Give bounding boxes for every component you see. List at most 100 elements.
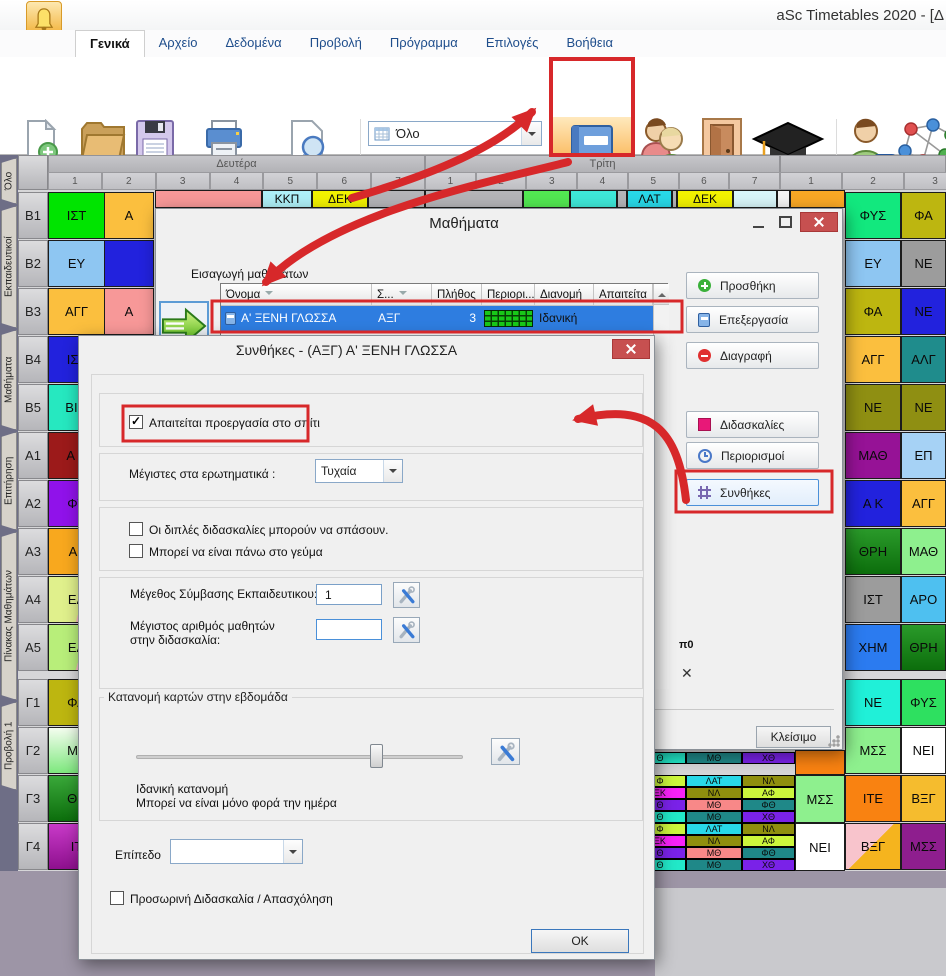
grid-cell[interactable]: ΝΕΙ (901, 727, 946, 774)
grid-cell[interactable]: ΧΗΜ (845, 624, 901, 671)
lunch-checkbox[interactable] (129, 544, 143, 558)
grid-cell[interactable]: ΛΑΤ (686, 775, 742, 787)
sidebar-view-tab[interactable]: Μαθήματα (1, 330, 17, 430)
maximize-button[interactable] (774, 212, 796, 232)
resize-grip[interactable] (828, 735, 840, 747)
tab-options[interactable]: Επιλογές (472, 30, 553, 57)
grid-cell[interactable] (617, 190, 627, 208)
delete-button[interactable]: Διαγραφή (686, 342, 819, 369)
grid-cell[interactable]: ΜΘ (686, 859, 742, 871)
double-lessons-checkbox[interactable] (129, 522, 143, 536)
grid-cell[interactable] (570, 190, 617, 208)
column-header-short[interactable]: Σ... (372, 284, 432, 306)
grid-cell[interactable]: ΝΕ (901, 384, 946, 431)
grid-cell[interactable]: ΝΛ (742, 823, 795, 835)
level-combo[interactable] (170, 839, 303, 864)
homework-checkbox[interactable] (129, 415, 143, 429)
tab-schedule[interactable]: Πρόγραμμα (376, 30, 472, 57)
grid-cell[interactable] (795, 750, 845, 775)
grid-cell[interactable]: ΛΑΤ (627, 190, 672, 208)
grid-cell[interactable]: ΑΓΓ (48, 288, 105, 335)
grid-cell[interactable]: ΘΡΗ (845, 528, 901, 575)
grid-cell[interactable]: ΝΕΙ (795, 823, 845, 871)
grid-cell[interactable]: ΜΣΣ (901, 823, 946, 870)
grid-cell[interactable]: ΑΦ (742, 835, 795, 847)
grid-cell[interactable]: ΦΥΣ (901, 679, 946, 726)
table-row[interactable]: Α' ΞΕΝΗ ΓΛΩΣΣΑΑΞΓ3Ιδανική (221, 306, 653, 331)
grid-cell[interactable]: ΑΓΓ (901, 480, 946, 527)
max-students-input[interactable] (316, 619, 382, 640)
grid-cell[interactable]: ΝΛ (742, 775, 795, 787)
grid-cell[interactable] (155, 190, 262, 208)
grid-cell[interactable]: ΙΣΤ (48, 192, 105, 239)
grid-cell[interactable]: ΙΤΕ (845, 775, 901, 822)
grid-cell[interactable]: ΦΥΣ (845, 192, 901, 239)
grid-cell[interactable] (523, 190, 570, 208)
grid-cell[interactable]: ΧΘ (742, 752, 795, 764)
column-header-restrictions[interactable]: Περιορι... (482, 284, 535, 306)
tab-help[interactable]: Βοήθεια (552, 30, 627, 57)
minimize-button[interactable] (748, 212, 770, 232)
grid-cell[interactable]: ΑΓΓ (845, 336, 901, 383)
scroll-up-icon[interactable] (654, 284, 669, 305)
contract-size-input[interactable]: 1 (316, 584, 382, 605)
grid-cell[interactable]: ΝΛ (686, 787, 742, 799)
column-header-name[interactable]: Όνομα (221, 284, 372, 306)
grid-cell[interactable]: ΘΡΗ (901, 624, 946, 671)
grid-cell[interactable]: ΕΠ (901, 432, 946, 479)
grid-cell[interactable]: ΧΘ (742, 859, 795, 871)
grid-cell[interactable]: ΜΘ (686, 847, 742, 859)
lessons-button[interactable]: Διδασκαλίες (686, 411, 819, 438)
grid-cell[interactable]: ΝΕ (845, 679, 901, 726)
stray-close-mark[interactable]: ✕ (681, 665, 693, 682)
tab-data[interactable]: Δεδομένα (211, 30, 295, 57)
tab-view[interactable]: Προβολή (296, 30, 376, 57)
grid-cell[interactable]: Α Κ (845, 480, 901, 527)
grid-cell[interactable]: ΦΘ (742, 847, 795, 859)
grid-cell[interactable] (368, 190, 425, 208)
sidebar-view-tab[interactable]: Πίνακας Μαθημάτων (1, 532, 17, 700)
grid-cell[interactable]: ΜΘ (686, 811, 742, 823)
grid-cell[interactable]: ΕΥ (845, 240, 901, 287)
grid-cell[interactable]: Α (104, 192, 154, 239)
close-icon[interactable] (800, 212, 838, 232)
grid-cell[interactable] (733, 190, 777, 208)
grid-cell[interactable]: ΜΣΣ (795, 775, 845, 823)
close-button[interactable]: Κλείσιμο (756, 726, 831, 748)
add-button[interactable]: Προσθήκη (686, 272, 819, 299)
grid-cell[interactable]: ΜΑΘ (845, 432, 901, 479)
grid-cell[interactable] (104, 240, 154, 287)
grid-cell[interactable] (425, 190, 523, 208)
grid-cell[interactable]: ΑΦ (742, 787, 795, 799)
grid-cell[interactable]: ΜΘ (686, 752, 742, 764)
grid-cell[interactable]: ΑΡΟ (901, 576, 946, 623)
grid-cell[interactable]: ΝΕ (845, 384, 901, 431)
close-icon[interactable] (612, 339, 650, 359)
grid-cell[interactable]: ΔΕΚ (677, 190, 733, 208)
grid-cell[interactable]: ΕΥ (48, 240, 105, 287)
tab-file[interactable]: Αρχείο (145, 30, 212, 57)
grid-cell[interactable] (777, 190, 790, 208)
grid-cell[interactable]: ΜΣΣ (845, 727, 901, 774)
sidebar-view-tab[interactable]: Εκπαιδευτικοί (1, 206, 17, 328)
grid-cell[interactable]: Α (104, 288, 154, 335)
combo-caret-icon[interactable] (283, 840, 302, 863)
grid-cell[interactable] (790, 190, 845, 208)
grid-cell[interactable]: ΒΞΓ (901, 775, 946, 822)
temporary-checkbox[interactable] (110, 891, 124, 905)
tab-general[interactable]: Γενικά (75, 30, 145, 57)
distribution-slider[interactable] (136, 755, 463, 759)
table-scrollbar[interactable] (653, 284, 669, 689)
grid-cell[interactable]: ΙΣΤ (845, 576, 901, 623)
grid-cell[interactable]: ΦΘ (742, 799, 795, 811)
conditions-button[interactable]: Συνθήκες (686, 479, 819, 506)
distribution-slider-thumb[interactable] (370, 744, 383, 768)
grid-cell[interactable]: ΦΑ (901, 192, 946, 239)
grid-cell[interactable]: ΝΕ (901, 240, 946, 287)
grid-cell[interactable]: ΚΚΠ (262, 190, 312, 208)
sidebar-view-tab[interactable]: Όλο (1, 158, 17, 204)
grid-cell[interactable]: ΒΞΓ (845, 823, 901, 870)
grid-cell[interactable]: ΝΛ (686, 835, 742, 847)
max-students-tools-button[interactable] (393, 617, 420, 643)
max-questions-combo[interactable]: Τυχαία (315, 459, 403, 483)
